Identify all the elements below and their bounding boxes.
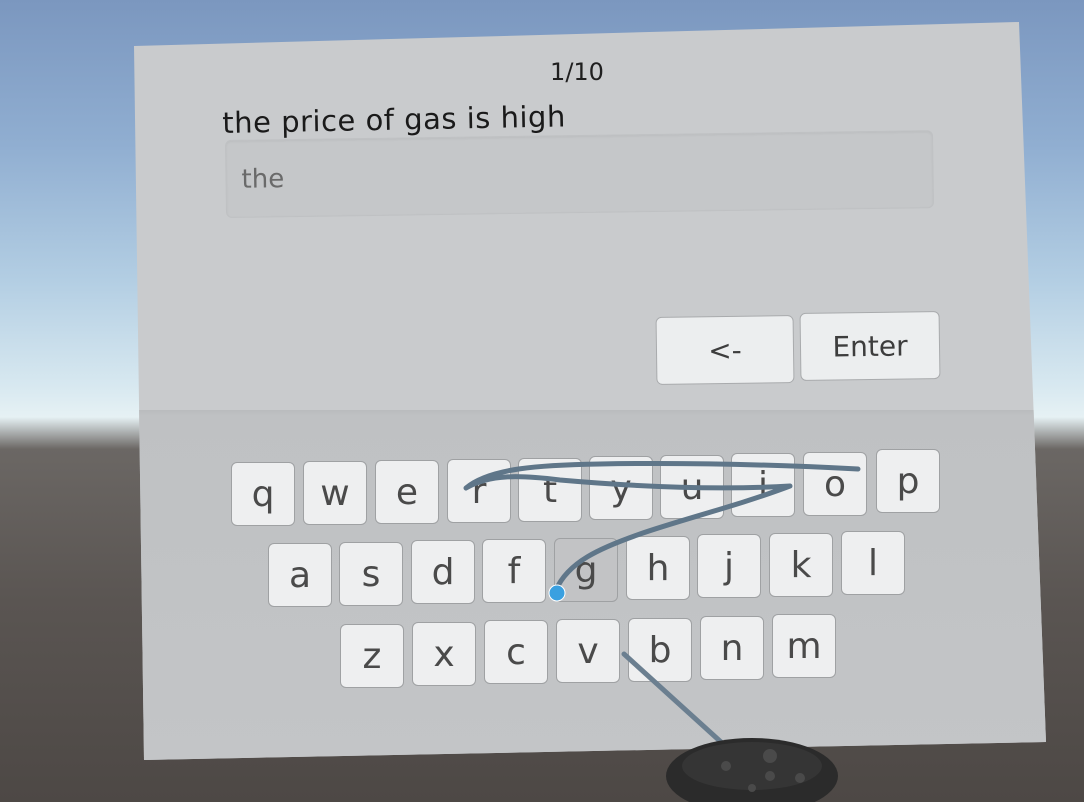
key-z[interactable]: z — [340, 624, 404, 688]
key-j[interactable]: j — [697, 534, 761, 598]
key-t[interactable]: t — [518, 458, 582, 522]
key-g[interactable]: g — [554, 538, 618, 602]
key-u[interactable]: u — [660, 455, 724, 519]
key-r[interactable]: r — [447, 459, 511, 523]
typing-panel: 1/10 the price of gas is high the <- Ent… — [134, 22, 1046, 760]
trial-counter: 1/10 — [550, 58, 604, 86]
key-f[interactable]: f — [482, 539, 546, 603]
key-v[interactable]: v — [556, 619, 620, 683]
key-e[interactable]: e — [375, 460, 439, 524]
key-n[interactable]: n — [700, 616, 764, 680]
key-b[interactable]: b — [628, 618, 692, 682]
key-i[interactable]: i — [731, 453, 795, 517]
key-a[interactable]: a — [268, 543, 332, 607]
key-l[interactable]: l — [841, 531, 905, 595]
key-h[interactable]: h — [626, 536, 690, 600]
key-s[interactable]: s — [339, 542, 403, 606]
target-sentence: the price of gas is high — [222, 99, 567, 140]
key-y[interactable]: y — [589, 456, 653, 520]
key-k[interactable]: k — [769, 533, 833, 597]
text-input-field[interactable]: the — [225, 130, 935, 218]
vr-scene: 1/10 the price of gas is high the <- Ent… — [0, 0, 1084, 802]
key-d[interactable]: d — [411, 540, 475, 604]
backspace-button[interactable]: <- — [655, 315, 795, 385]
enter-button[interactable]: Enter — [799, 311, 941, 381]
key-q[interactable]: q — [231, 462, 295, 526]
key-m[interactable]: m — [772, 614, 836, 678]
key-p[interactable]: p — [876, 449, 940, 513]
key-c[interactable]: c — [484, 620, 548, 684]
input-value: the — [241, 164, 285, 195]
key-x[interactable]: x — [412, 622, 476, 686]
key-o[interactable]: o — [803, 452, 867, 516]
key-w[interactable]: w — [303, 461, 367, 525]
